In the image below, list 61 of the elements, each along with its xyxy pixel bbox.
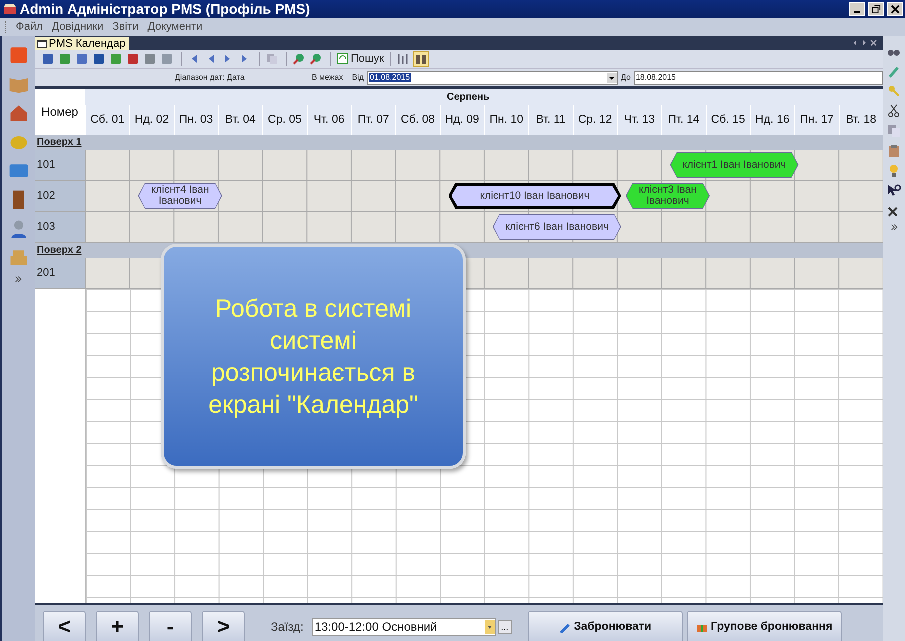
nav-button[interactable]: < [43, 611, 86, 641]
window-title: Admin Адміністратор PMS (Профіль PMS) [20, 1, 310, 17]
to-label: До [621, 73, 631, 82]
booking-bar[interactable]: клієнт4 Іван Іванович [138, 183, 222, 209]
from-date-field[interactable]: 01.08.2015 [367, 70, 618, 84]
close-icon [890, 4, 900, 14]
from-label: Від [352, 73, 364, 82]
tab-controls-icon[interactable] [853, 39, 879, 47]
booking-bar[interactable]: клієнт1 Іван Іванович [670, 152, 799, 178]
bulb-icon[interactable] [887, 164, 901, 178]
filter-icon [293, 53, 305, 65]
to-date-field[interactable]: 18.08.2015 [634, 70, 883, 84]
window-icon [37, 40, 47, 48]
menu-item[interactable]: Файл [16, 21, 44, 33]
search-button[interactable]: Пошук [336, 51, 386, 67]
filter-icon [310, 53, 322, 65]
menu-item[interactable]: Довідники [52, 21, 104, 33]
room-number: 101 [35, 150, 85, 180]
help-icon[interactable] [887, 184, 901, 198]
pencil-icon[interactable] [887, 64, 901, 78]
nav-button[interactable]: - [149, 611, 192, 641]
group-booking-button[interactable]: Групове бронювання [686, 611, 842, 641]
copy-icon[interactable] [887, 124, 901, 138]
book-button[interactable]: Забронювати [528, 611, 683, 641]
chevron-icon[interactable] [15, 276, 22, 283]
chevron-icon[interactable] [890, 224, 898, 231]
checkin-combo[interactable]: 13:00-12:00 Основний [312, 618, 496, 636]
restore-icon [872, 4, 880, 14]
binoculars-icon [415, 53, 428, 65]
document-tab[interactable]: PMS Календар [35, 37, 129, 50]
minimize-button[interactable] [849, 2, 865, 16]
dropdown-icon[interactable] [484, 620, 495, 634]
room-number: 201 [35, 258, 85, 288]
copy-icon [266, 53, 278, 65]
column-header: Номер [35, 89, 85, 135]
date-range-label: Діапазон дат: Дата [175, 73, 246, 82]
checkin-label: Заїзд: [271, 620, 304, 634]
binoculars-button[interactable] [413, 51, 430, 67]
close-button[interactable] [887, 2, 903, 16]
floor-group-label[interactable]: Поверх 1 [37, 137, 82, 148]
room-number: 103 [35, 212, 85, 242]
room-number: 102 [35, 181, 85, 211]
nav-button[interactable]: > [202, 611, 245, 641]
restore-button[interactable] [868, 2, 884, 16]
menu-item[interactable]: Документи [148, 21, 203, 33]
columns-icon [397, 53, 410, 65]
month-header: Серпень [446, 90, 491, 104]
callout-text: Робота в системі системі розпочинається в екрані "Календар" [208, 294, 420, 420]
menu-item[interactable]: Звіти [112, 21, 139, 33]
dropdown-icon[interactable] [607, 72, 617, 82]
floor-group-label[interactable]: Поверх 2 [37, 245, 82, 256]
nav-button[interactable]: + [96, 611, 139, 641]
scissors-icon[interactable] [887, 104, 901, 118]
minimize-icon [854, 11, 860, 13]
within-label: В межах [312, 73, 344, 82]
booking-bar[interactable]: клієнт10 Іван Іванович [448, 183, 622, 209]
booking-bar[interactable]: клієнт6 Іван Іванович [492, 214, 622, 240]
app-icon [3, 2, 17, 16]
clipboard-icon[interactable] [887, 144, 901, 158]
more-button[interactable]: ... [498, 620, 512, 634]
booking-bar[interactable]: клієнт3 Іван Іванович [626, 183, 710, 209]
